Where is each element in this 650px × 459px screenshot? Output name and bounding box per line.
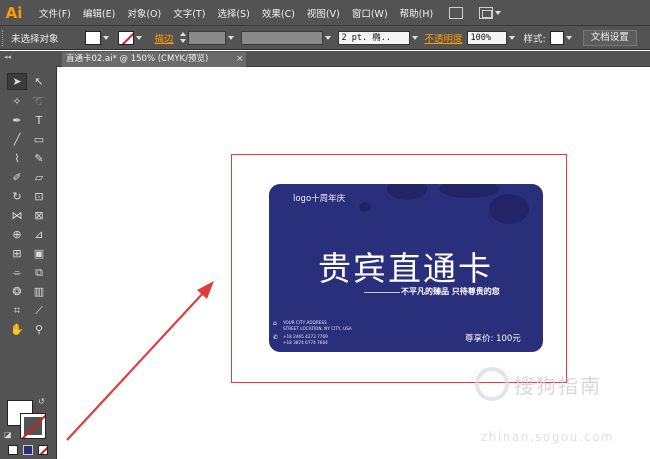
paintbrush-icon[interactable]: ⌇ <box>7 150 27 167</box>
menu-type[interactable]: 文字(T) <box>173 6 205 20</box>
gradient-icon[interactable]: ▣ <box>29 245 49 262</box>
home-icon: ⌂ <box>273 320 277 327</box>
stroke-swatch[interactable] <box>117 30 134 45</box>
ink-decoration <box>489 194 529 224</box>
menu-file[interactable]: 文件(F) <box>39 6 71 20</box>
brush-definition-field[interactable]: 2 pt. 椭.. <box>337 30 410 45</box>
close-tab-icon[interactable]: × <box>236 52 244 66</box>
menu-object[interactable]: 对象(O) <box>127 6 161 20</box>
stroke-weight-dropdown-icon[interactable] <box>227 31 235 45</box>
document-tab-bar: 直通卡02.ai* @ 150% (CMYK/预览) × <box>56 51 650 67</box>
variable-width-dropdown-icon[interactable] <box>324 31 332 45</box>
app-logo: Ai <box>5 3 23 22</box>
opacity-link[interactable]: 不透明度 <box>425 31 463 45</box>
watermark-text: 搜狗指南 <box>514 374 602 398</box>
vip-card[interactable]: logo十周年庆 贵宾直通卡 不平凡的臻品 只待尊贵的您 ⌂ YOUR CITY… <box>269 184 543 352</box>
style-label: 样式: <box>523 33 546 45</box>
arrange-documents-icon[interactable] <box>479 6 494 19</box>
style-dropdown-icon[interactable] <box>565 31 573 45</box>
stroke-dropdown-icon[interactable] <box>135 31 143 45</box>
ink-decoration <box>439 184 499 198</box>
document-tab[interactable]: 直通卡02.ai* @ 150% (CMYK/预览) × <box>62 52 246 67</box>
scale-icon[interactable]: ⊡ <box>29 188 49 205</box>
column-graph-icon[interactable]: ▥ <box>29 283 49 300</box>
menu-window[interactable]: 窗口(W) <box>352 6 388 20</box>
menu-help[interactable]: 帮助(H) <box>400 6 434 20</box>
ink-decoration <box>387 184 427 200</box>
rotate-icon[interactable]: ↻ <box>7 188 27 205</box>
line-tool-icon[interactable]: ╱ <box>7 131 27 148</box>
symbol-sprayer-icon[interactable]: ❂ <box>7 283 27 300</box>
hand-icon[interactable]: ✋ <box>7 321 27 338</box>
pencil-icon[interactable]: ✎ <box>29 150 49 167</box>
color-mode-icon[interactable] <box>8 445 18 455</box>
artboard-icon[interactable]: ⌗ <box>7 302 27 319</box>
none-mode-icon[interactable] <box>38 445 48 455</box>
blend-icon[interactable]: ⧉ <box>29 264 49 281</box>
watermark-logo-icon <box>475 367 509 401</box>
default-colors-icon[interactable]: ◪ <box>4 430 12 439</box>
card-address-line-2: STREET LOCATION, NY CITY, USA <box>283 326 352 331</box>
menu-select[interactable]: 选择(S) <box>217 6 249 20</box>
menu-edit[interactable]: 编辑(E) <box>83 6 115 20</box>
free-transform-icon[interactable]: ⊠ <box>29 207 49 224</box>
fill-swatch[interactable] <box>84 30 101 45</box>
lasso-icon[interactable]: ➰ <box>29 93 49 110</box>
gradient-mode-icon[interactable] <box>23 445 33 455</box>
stroke-link[interactable]: 描边 <box>155 31 174 45</box>
blob-brush-icon[interactable]: ✐ <box>7 169 27 186</box>
width-tool-icon[interactable]: ⋈ <box>7 207 27 224</box>
zoom-icon[interactable]: ⚲ <box>29 321 49 338</box>
variable-width-field[interactable] <box>240 30 323 45</box>
selection-status: 未选择对象 <box>11 33 59 45</box>
stroke-color-box[interactable] <box>20 413 46 439</box>
stroke-stepper-icon[interactable] <box>178 31 188 45</box>
card-divider <box>364 292 400 293</box>
document-setup-button[interactable]: 文档设置 <box>582 29 637 46</box>
magic-wand-icon[interactable]: ✧ <box>7 93 27 110</box>
eraser-icon[interactable]: ▱ <box>29 169 49 186</box>
card-price: 尊享价: 100元 <box>465 334 521 344</box>
opacity-field[interactable]: 100% <box>466 30 507 45</box>
menu-view[interactable]: 视图(V) <box>307 6 340 20</box>
fill-dropdown-icon[interactable] <box>102 31 110 45</box>
stroke-weight-field[interactable] <box>187 30 226 45</box>
perspective-icon[interactable]: ⊿ <box>29 226 49 243</box>
tools-panel: ◂◂ ➤ ↖ ✧ ➰ ✒ T ╱ ▭ ⌇ ✎ ✐ ▱ ↻ ⊡ ⋈ ⊠ ⊕ ⊿ ⊞… <box>0 51 57 459</box>
slice-icon[interactable]: ⟋ <box>29 302 49 319</box>
swap-colors-icon[interactable]: ↺ <box>38 397 45 406</box>
card-phone-line-2: +18 3874 6774 7664 <box>283 340 328 345</box>
phone-icon: ✆ <box>273 334 279 341</box>
eyedropper-icon[interactable]: ⌯ <box>7 264 27 281</box>
panel-collapse-icon[interactable]: ◂◂ <box>4 53 11 61</box>
watermark-url: zhinan.sogou.com <box>481 430 615 444</box>
style-swatch[interactable] <box>549 30 564 45</box>
direct-selection-tool-icon[interactable]: ↖ <box>29 73 49 90</box>
shape-builder-icon[interactable]: ⊕ <box>7 226 27 243</box>
rectangle-tool-icon[interactable]: ▭ <box>29 131 49 148</box>
ink-decoration <box>359 202 371 212</box>
opacity-dropdown-icon[interactable] <box>508 31 516 45</box>
bridge-icon[interactable] <box>449 6 464 19</box>
type-tool-icon[interactable]: T <box>29 112 49 129</box>
arrange-dropdown-icon[interactable] <box>494 6 502 20</box>
menu-effect[interactable]: 效果(C) <box>262 6 295 20</box>
brush-dropdown-icon[interactable] <box>411 31 419 45</box>
card-subtitle: 不平凡的臻品 只待尊贵的您 <box>401 287 500 296</box>
document-tab-title: 直通卡02.ai* @ 150% (CMYK/预览) <box>66 54 209 64</box>
mesh-icon[interactable]: ⊞ <box>7 245 27 262</box>
control-bar: 未选择对象 描边 2 pt. 椭.. 不透明度 100% 样式: 文档设置 <box>0 26 650 50</box>
card-logo-text: logo十周年庆 <box>293 194 346 204</box>
panel-grip[interactable] <box>2 29 6 46</box>
pen-tool-icon[interactable]: ✒ <box>7 112 27 129</box>
card-title: 贵宾直通卡 <box>318 249 493 288</box>
menu-bar: Ai 文件(F) 编辑(E) 对象(O) 文字(T) 选择(S) 效果(C) 视… <box>0 0 650 26</box>
selection-tool-icon[interactable]: ➤ <box>7 73 27 90</box>
